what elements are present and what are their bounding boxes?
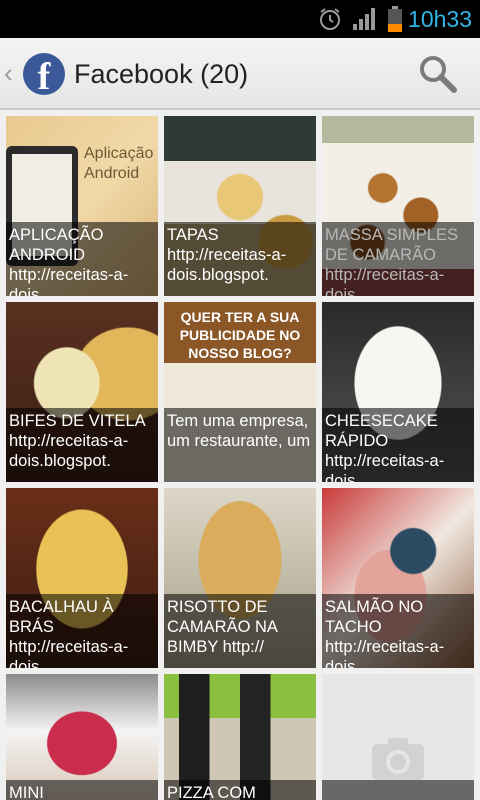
photo-tile[interactable]: TAPAS http://receitas-a-dois.blogspot. [164,116,316,296]
photo-caption: BIFES DE VITELA http://receitas-a-dois.b… [6,408,158,482]
photo-text: Aplicação Android [84,145,154,182]
photo-caption: SALMÃO NO TACHO http://receitas-a-dois. [322,594,474,668]
photo-tile-placeholder[interactable] [322,674,474,800]
photo-tile[interactable]: QUER TER A SUA PUBLICIDADE NO NOSSO BLOG… [164,302,316,482]
search-icon [420,56,457,93]
photo-caption: PIZZA COM [164,780,316,800]
camera-icon [372,738,424,780]
photo-tile[interactable]: CHEESECAKE RÁPIDO http://receitas-a-dois… [322,302,474,482]
status-bar: 10h33 [0,0,480,38]
status-icons [318,6,402,32]
photo-tile[interactable]: SALMÃO NO TACHO http://receitas-a-dois. [322,488,474,668]
battery-icon [388,6,402,32]
photo-caption [322,780,474,800]
photo-tile[interactable]: PIZZA COM [164,674,316,800]
alarm-icon [320,8,340,30]
facebook-logo-icon[interactable]: f [23,53,65,98]
photo-caption: Tem uma empresa, um restaurante, um [164,408,316,482]
photo-caption: MINI [6,780,158,800]
up-caret-icon[interactable]: ‹ [4,58,13,88]
photo-text: QUER TER A SUA PUBLICIDADE NO NOSSO BLOG… [179,309,301,361]
photo-tile[interactable]: BIFES DE VITELA http://receitas-a-dois.b… [6,302,158,482]
status-time: 10h33 [408,6,472,32]
photo-tile[interactable]: RISOTTO DE CAMARÃO NA BIMBY http:// [164,488,316,668]
photo-tile[interactable]: Aplicação Android APLICAÇÃO ANDROID http… [6,116,158,296]
action-bar: ‹ f Facebook (20) [0,38,480,110]
photo-caption: TAPAS http://receitas-a-dois.blogspot. [164,222,316,296]
photo-tile[interactable]: MASSA SIMPLES DE CAMARÃO http://receitas… [322,116,474,296]
photo-caption: CHEESECAKE RÁPIDO http://receitas-a-dois… [322,408,474,482]
photo-caption: RISOTTO DE CAMARÃO NA BIMBY http:// [164,594,316,668]
page-title: Facebook (20) [74,59,249,89]
search-button[interactable] [416,52,460,96]
photo-caption: MASSA SIMPLES DE CAMARÃO http://receitas… [322,222,474,296]
photo-tile[interactable]: MINI [6,674,158,800]
photo-tile[interactable]: BACALHAU À BRÁS http://receitas-a-dois. [6,488,158,668]
signal-icon [353,8,375,30]
photo-caption: APLICAÇÃO ANDROID http://receitas-a-dois… [6,222,158,296]
photo-caption: BACALHAU À BRÁS http://receitas-a-dois. [6,594,158,668]
